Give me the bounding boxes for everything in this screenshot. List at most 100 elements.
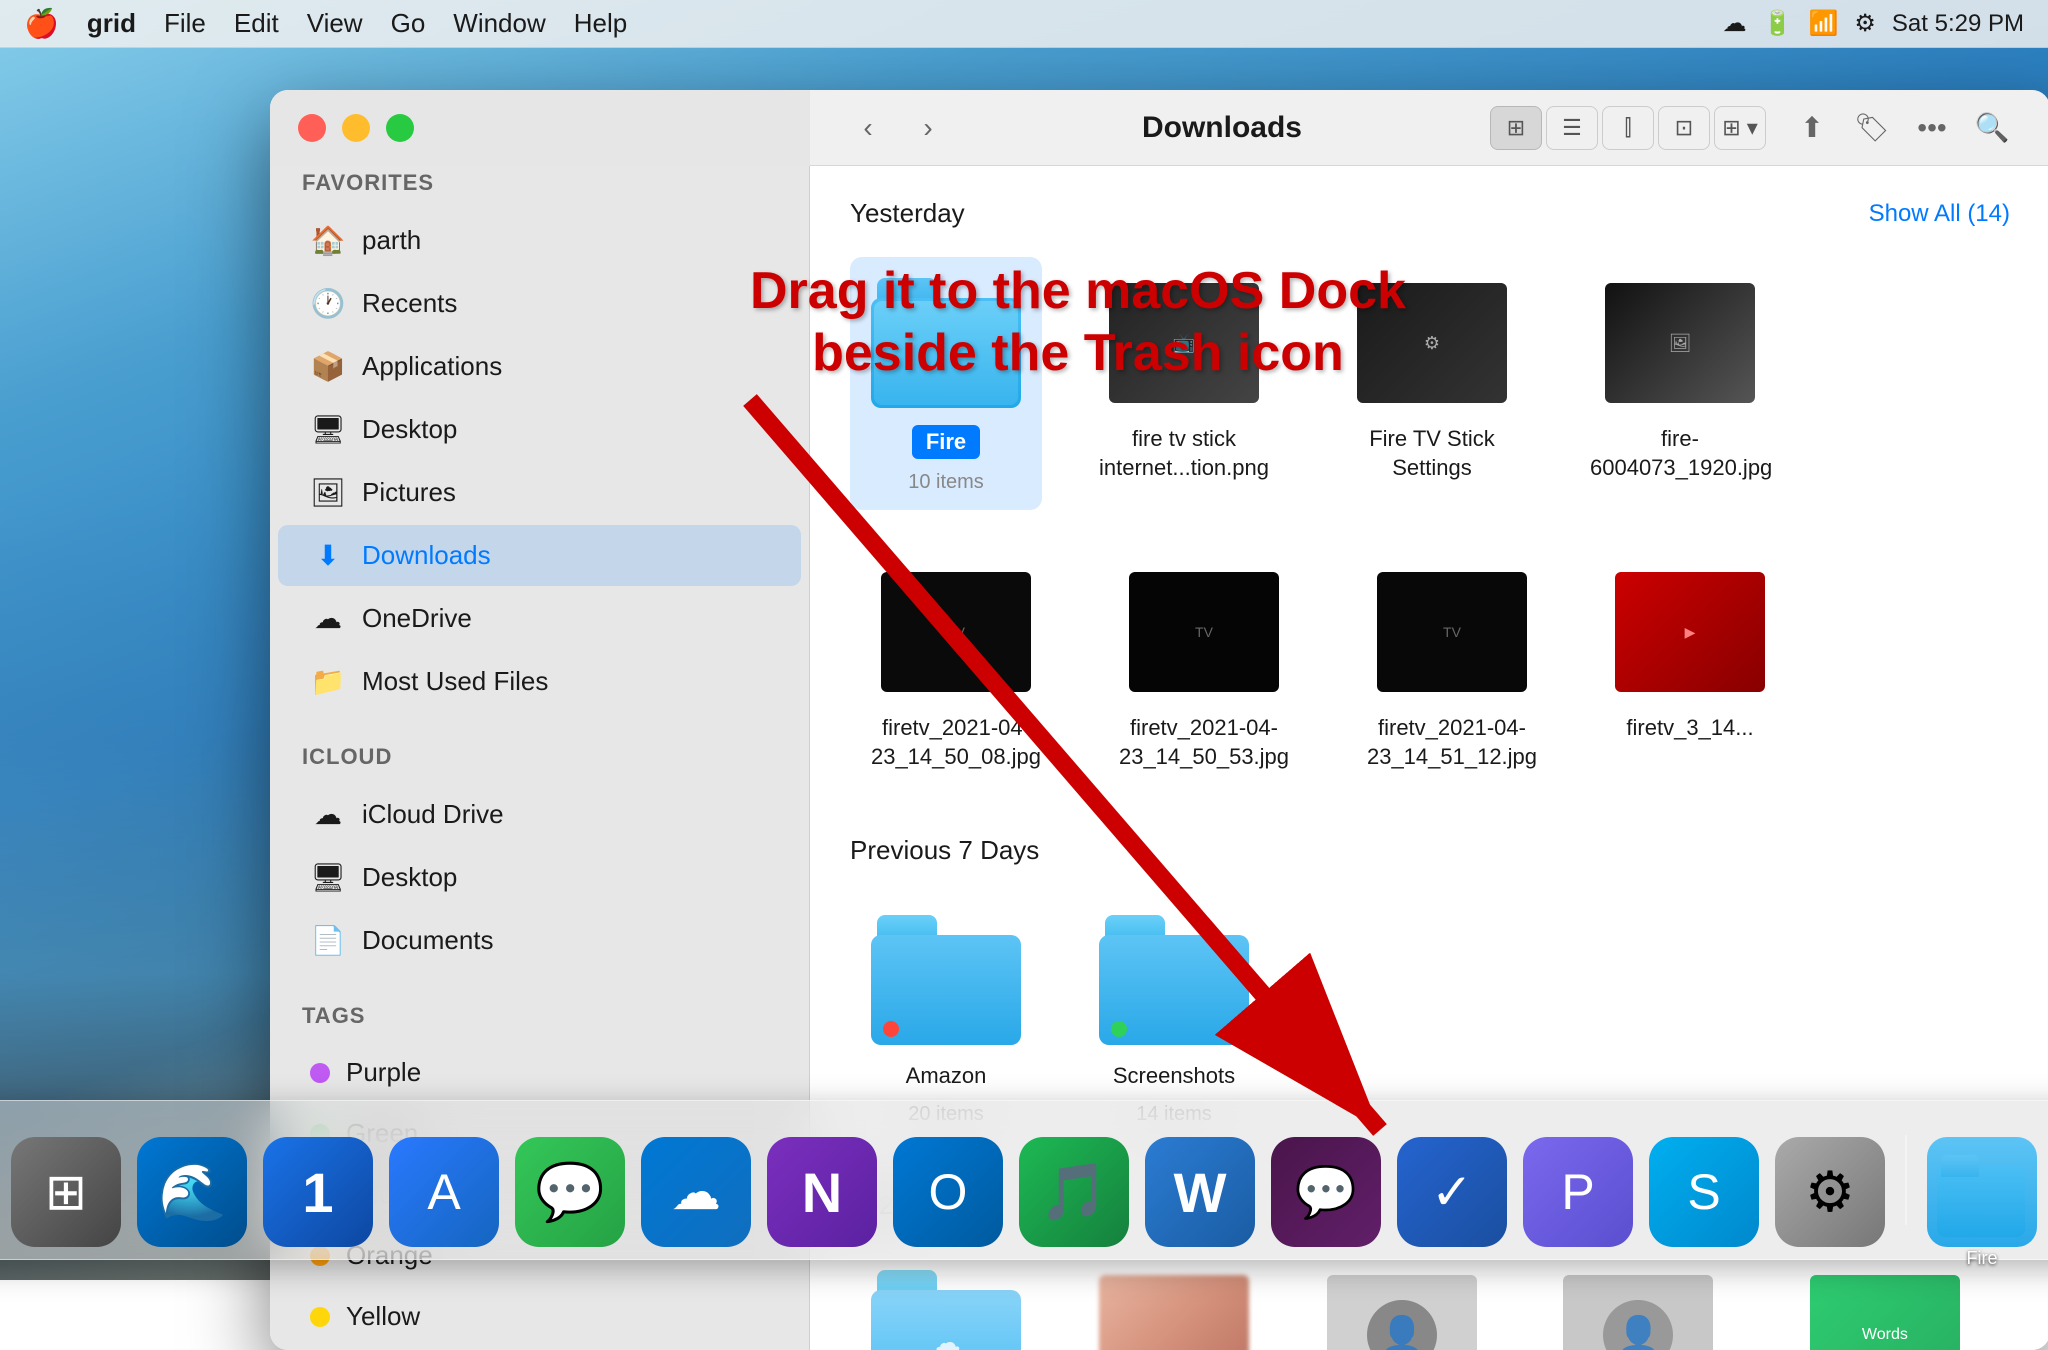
dock-tasks[interactable]: ✓ <box>1397 1137 1507 1247</box>
group-button[interactable]: ⊞ ▾ <box>1714 106 1766 150</box>
fire-tv-settings-item[interactable]: ⚙ Fire TV Stick Settings <box>1326 257 1538 510</box>
dock-syspreferences[interactable]: ⚙ <box>1775 1137 1885 1247</box>
firetv2-icon: TV <box>1124 562 1284 702</box>
yesterday-grid: Fire 10 items 📺 fire tv stick internet..… <box>850 257 2010 787</box>
search-button[interactable]: 🔍 <box>1966 106 2018 150</box>
screenshots-folder-graphic <box>1099 915 1249 1045</box>
control-center-icon[interactable]: ⚙ <box>1854 9 1876 38</box>
yesterday-title: Yesterday <box>850 198 965 229</box>
list-view-button[interactable]: ☰ <box>1546 106 1598 150</box>
onedrive-folder-item[interactable]: ☁ OneDrive 11 items <box>850 1249 1042 1350</box>
help-menu[interactable]: Help <box>574 8 627 39</box>
dock-skype[interactable]: S <box>1649 1137 1759 1247</box>
profile-pic-item[interactable]: 👤 Profile Pic.JPG <box>1306 1249 1498 1350</box>
fire-6004-thumb: 🖼 <box>1605 283 1755 403</box>
dock-onepassword[interactable]: 1 <box>263 1137 373 1247</box>
firetv2-item[interactable]: TV firetv_2021-04-23_14_50_53.jpg <box>1098 546 1310 787</box>
dock-appstore[interactable]: A <box>389 1137 499 1247</box>
maximize-button[interactable] <box>386 114 414 142</box>
firetv-red-name: firetv_3_14... <box>1626 714 1753 743</box>
dock: ⊞ 🌊 1 A 💬 ☁ N O <box>0 1100 2048 1260</box>
sidebar-item-recents[interactable]: 🕐 Recents <box>278 273 801 334</box>
dock-onedrive[interactable]: ☁ <box>641 1137 751 1247</box>
dock-word[interactable]: W <box>1145 1137 1255 1247</box>
dock-slack-icon: 💬 <box>1271 1137 1381 1247</box>
dock-pixelmator[interactable]: P <box>1523 1137 1633 1247</box>
file-menu[interactable]: File <box>164 8 206 39</box>
share-button[interactable]: ⬆ <box>1786 106 1838 150</box>
fire-tv-stick-item[interactable]: 📺 fire tv stick internet...tion.png <box>1078 257 1290 510</box>
previous-7days-title: Previous 7 Days <box>850 835 1039 866</box>
sidebar-item-icloud-desktop[interactable]: 🖥 Desktop <box>278 847 801 908</box>
onedrive-folder-graphic: ☁ <box>871 1270 1021 1350</box>
sidebar-item-icloud-desktop-label: Desktop <box>362 862 457 893</box>
sidebar-item-purple[interactable]: Purple <box>278 1043 801 1102</box>
window-controls <box>270 90 810 166</box>
fire-6004-icon: 🖼 <box>1600 273 1760 413</box>
back-button[interactable]: ‹ <box>842 106 894 150</box>
edit-menu[interactable]: Edit <box>234 8 279 39</box>
sidebar-item-downloads-label: Downloads <box>362 540 491 571</box>
column-view-button[interactable]: ⫿ <box>1602 106 1654 150</box>
dock-onepassword-icon: 1 <box>263 1137 373 1247</box>
firetv-red-icon: ▶ <box>1610 562 1770 702</box>
firetv1-item[interactable]: TV firetv_2021-04-23_14_50_08.jpg <box>850 546 1062 787</box>
dock-edge[interactable]: 🌊 <box>137 1137 247 1247</box>
show-all-yesterday[interactable]: Show All (14) <box>1869 200 2010 228</box>
tag-button[interactable]: 🏷 <box>1846 106 1898 150</box>
sidebar-item-pictures[interactable]: 🖼 Pictures <box>278 462 801 523</box>
dock-messages[interactable]: 💬 <box>515 1137 625 1247</box>
wordpress-profile-item[interactable]: 👤 WordPress Profile <box>1534 1249 1743 1350</box>
wifi-icon[interactable]: 📶 <box>1809 9 1839 38</box>
view-menu[interactable]: View <box>307 8 363 39</box>
apple-menu[interactable]: 🍎 <box>24 7 59 40</box>
screenshots-folder-icon <box>1094 910 1254 1050</box>
sidebar-item-most-used[interactable]: 📁 Most Used Files <box>278 651 801 712</box>
fire-folder-item[interactable]: Fire 10 items <box>850 257 1042 510</box>
sidebar-item-desktop[interactable]: 🖥 Desktop <box>278 399 801 460</box>
cloud-icon[interactable]: ☁ <box>1723 9 1747 38</box>
dock-outlook[interactable]: O <box>893 1137 1003 1247</box>
desktop-icon: 🖥 <box>310 413 346 446</box>
window-menu[interactable]: Window <box>453 8 545 39</box>
dock-slack[interactable]: 💬 <box>1271 1137 1381 1247</box>
yellow-dot <box>310 1307 330 1327</box>
dock-launchpad[interactable]: ⊞ <box>11 1137 121 1247</box>
fire-tv-stick-name: fire tv stick internet...tion.png <box>1094 425 1274 482</box>
sidebar-favorites-section: Favorites 🏠 parth 🕐 Recents 📦 Applicatio… <box>270 170 809 712</box>
fire-tv-settings-name: Fire TV Stick Settings <box>1342 425 1522 482</box>
forward-button[interactable]: › <box>902 106 954 150</box>
firetv-red-item[interactable]: ▶ firetv_3_14... <box>1594 546 1786 787</box>
dock-spotify[interactable]: 🎵 <box>1019 1137 1129 1247</box>
sidebar-item-documents-label: Documents <box>362 925 494 956</box>
sidebar-item-icloud-drive[interactable]: ☁ iCloud Drive <box>278 784 801 845</box>
dock-fire-folder[interactable]: Fire <box>1927 1137 2037 1247</box>
close-button[interactable] <box>298 114 326 142</box>
minimize-button[interactable] <box>342 114 370 142</box>
dock-messages-icon: 💬 <box>515 1137 625 1247</box>
sidebar-item-parth[interactable]: 🏠 parth <box>278 210 801 271</box>
finder-menu[interactable]: grid <box>87 8 136 39</box>
go-menu[interactable]: Go <box>391 8 426 39</box>
blur-image-item[interactable] <box>1078 1249 1270 1350</box>
words-image-item[interactable]: Words words-to-use-instead-of.jpg <box>1779 1249 1991 1350</box>
sidebar-item-onedrive[interactable]: ☁ OneDrive <box>278 588 801 649</box>
firetv1-icon: TV <box>876 562 1036 702</box>
blur-image-icon <box>1094 1265 1254 1350</box>
icon-view-button[interactable]: ⊞ <box>1490 106 1542 150</box>
dock-onenote[interactable]: N <box>767 1137 877 1247</box>
fire-6004-item[interactable]: 🖼 fire-6004073_1920.jpg <box>1574 257 1786 510</box>
sidebar-item-documents[interactable]: 📄 Documents <box>278 910 801 971</box>
fire-folder-badge: Fire <box>912 425 980 459</box>
dock-edge-icon: 🌊 <box>137 1137 247 1247</box>
sidebar-item-downloads[interactable]: ⬇ Downloads <box>278 525 801 586</box>
sidebar-item-pictures-label: Pictures <box>362 477 456 508</box>
sidebar-item-applications[interactable]: 📦 Applications <box>278 336 801 397</box>
dock-separator <box>1905 1135 1907 1225</box>
icloud-drive-icon: ☁ <box>310 798 346 831</box>
icloud-desktop-icon: 🖥 <box>310 861 346 894</box>
more-button[interactable]: ••• <box>1906 106 1958 150</box>
gallery-view-button[interactable]: ⊡ <box>1658 106 1710 150</box>
firetv3-item[interactable]: TV firetv_2021-04-23_14_51_12.jpg <box>1346 546 1558 787</box>
sidebar-item-yellow[interactable]: Yellow <box>278 1287 801 1346</box>
